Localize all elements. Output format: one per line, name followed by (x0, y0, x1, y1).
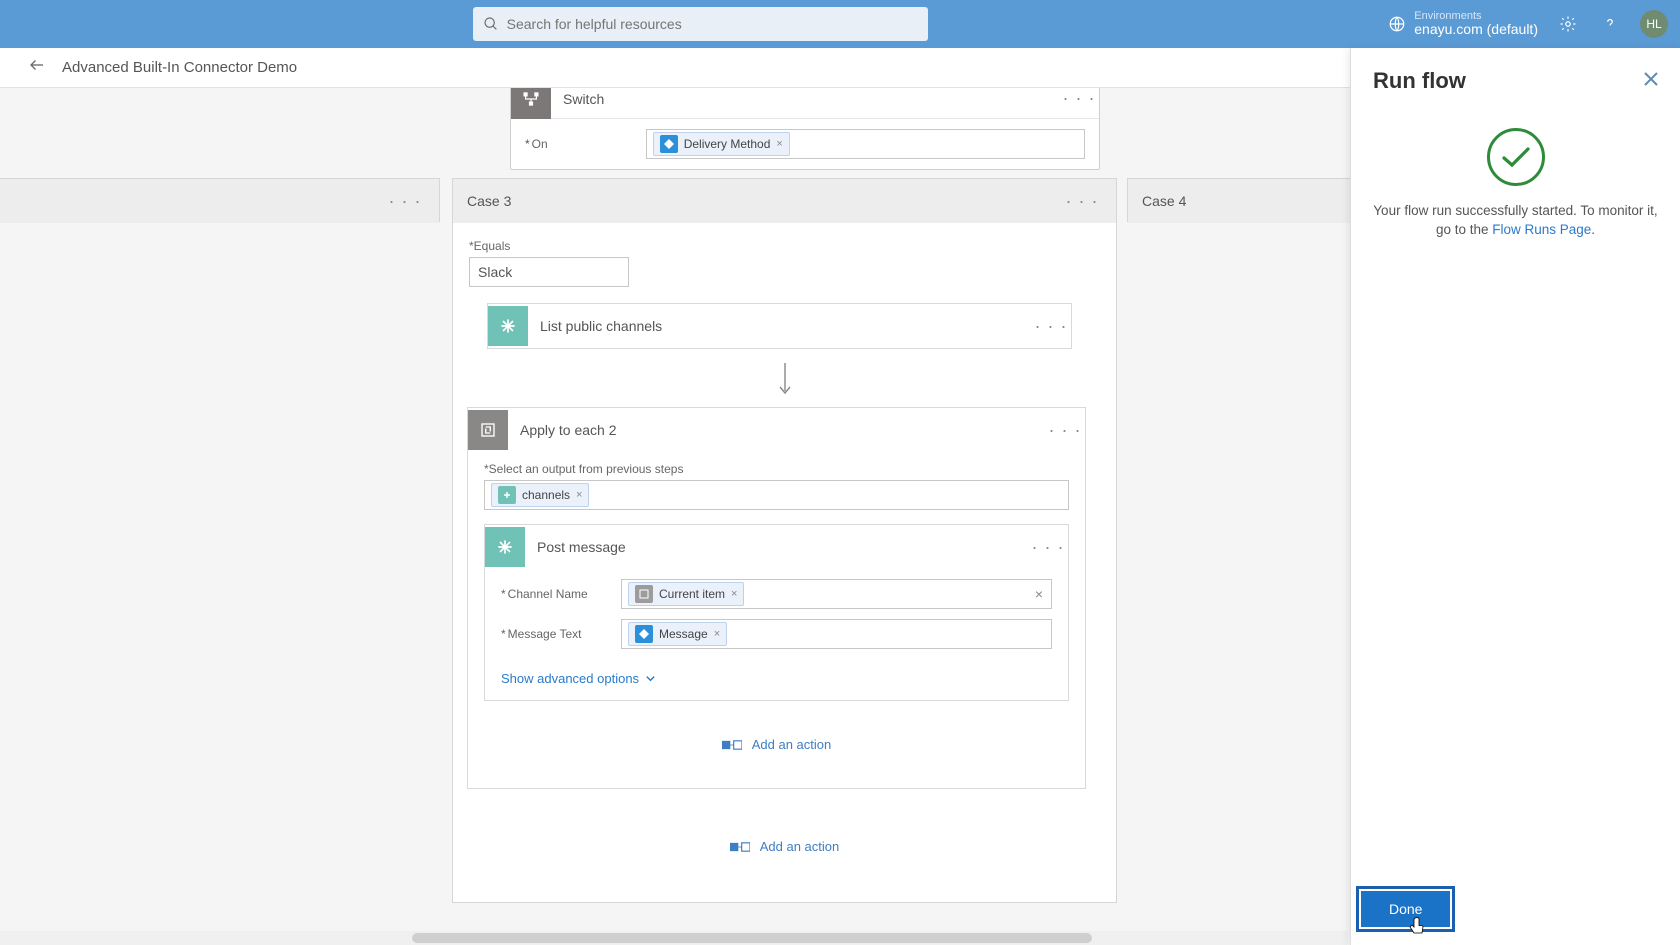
switch-card[interactable]: Switch · · · *On Delivery Method× (510, 88, 1100, 170)
user-avatar[interactable]: HL (1640, 10, 1668, 38)
connector-arrow (453, 363, 1116, 397)
on-label: *On (525, 137, 548, 151)
list-channels-title: List public channels (528, 318, 1031, 334)
search-icon (483, 16, 499, 32)
add-action-icon (730, 840, 750, 854)
message-text-label: *Message Text (501, 627, 621, 641)
case-2-column[interactable]: · · · (0, 178, 440, 222)
add-action-outer[interactable]: Add an action (453, 839, 1116, 854)
current-item-token[interactable]: Current item× (628, 582, 744, 606)
env-name: enayu.com (default) (1414, 22, 1538, 37)
done-button[interactable]: Done (1361, 891, 1450, 927)
environment-picker[interactable]: Environments enayu.com (default) (1388, 10, 1538, 37)
message-text-input[interactable]: Message× (621, 619, 1052, 649)
token-remove[interactable]: × (776, 138, 782, 150)
case-menu[interactable]: · · · (1062, 191, 1102, 212)
settings-button[interactable] (1556, 12, 1580, 36)
run-flow-panel: Run flow Your flow run successfully star… (1350, 48, 1680, 945)
top-bar: Environments enayu.com (default) HL (0, 0, 1680, 48)
post-message-title: Post message (525, 539, 1028, 555)
token-remove[interactable]: × (731, 588, 737, 600)
loop-icon (468, 410, 508, 450)
list-channels-card[interactable]: List public channels · · · (487, 303, 1072, 349)
equals-label: *Equals (453, 239, 1116, 253)
gear-icon (1559, 15, 1577, 33)
token-remove[interactable]: × (576, 489, 582, 501)
clear-input[interactable]: × (1035, 586, 1043, 602)
help-button[interactable] (1598, 12, 1622, 36)
slack-icon (498, 486, 516, 504)
channel-name-label: *Channel Name (501, 587, 621, 601)
select-output-input[interactable]: channels× (484, 480, 1069, 510)
horizontal-scrollbar[interactable] (0, 931, 1348, 945)
top-right-controls: Environments enayu.com (default) HL (1388, 10, 1668, 38)
loop-token-icon (635, 585, 653, 603)
search-input[interactable] (507, 16, 918, 32)
panel-title: Run flow (1373, 68, 1466, 94)
panel-close-button[interactable] (1644, 72, 1658, 91)
card-menu[interactable]: · · · (1045, 420, 1085, 441)
show-advanced-link[interactable]: Show advanced options (485, 665, 1068, 700)
case-3-column[interactable]: Case 3 · · · *Equals List public channels… (452, 178, 1117, 903)
check-icon (1501, 145, 1531, 169)
switch-icon (511, 88, 551, 119)
on-input[interactable]: Delivery Method× (646, 129, 1085, 159)
case-menu[interactable]: · · · (385, 191, 425, 212)
case-3-title: Case 3 (467, 193, 511, 209)
channels-token[interactable]: channels× (491, 483, 589, 507)
apply-each-title: Apply to each 2 (508, 422, 1045, 438)
select-output-label: *Select an output from previous steps (484, 462, 1069, 476)
sharepoint-icon (635, 625, 653, 643)
success-indicator (1351, 128, 1680, 186)
token-remove[interactable]: × (714, 628, 720, 640)
add-action-inner[interactable]: Add an action (484, 737, 1069, 752)
help-icon (1601, 15, 1619, 33)
environment-icon (1388, 15, 1406, 33)
close-icon (1644, 72, 1658, 86)
arrow-left-icon (28, 56, 46, 74)
scrollbar-thumb[interactable] (412, 933, 1092, 943)
equals-input[interactable] (469, 257, 629, 287)
switch-menu[interactable]: · · · (1059, 88, 1099, 109)
delivery-method-token[interactable]: Delivery Method× (653, 132, 790, 156)
sharepoint-icon (660, 135, 678, 153)
back-button[interactable] (28, 56, 46, 79)
panel-message: Your flow run successfully started. To m… (1351, 202, 1680, 240)
page-title: Advanced Built-In Connector Demo (62, 59, 297, 76)
slack-icon (485, 527, 525, 567)
switch-title: Switch (551, 91, 1059, 107)
channel-name-input[interactable]: Current item× × (621, 579, 1052, 609)
card-menu[interactable]: · · · (1031, 316, 1071, 337)
chevron-down-icon (645, 673, 656, 684)
add-action-icon (722, 738, 742, 752)
card-menu[interactable]: · · · (1028, 537, 1068, 558)
apply-to-each-card[interactable]: Apply to each 2 · · · *Select an output … (467, 407, 1086, 789)
flow-runs-link[interactable]: Flow Runs Page (1492, 222, 1591, 237)
message-token[interactable]: Message× (628, 622, 727, 646)
case-4-title: Case 4 (1142, 193, 1186, 209)
post-message-card[interactable]: Post message · · · *Channel Name Current… (484, 524, 1069, 701)
slack-icon (488, 306, 528, 346)
search-field[interactable] (473, 7, 928, 41)
